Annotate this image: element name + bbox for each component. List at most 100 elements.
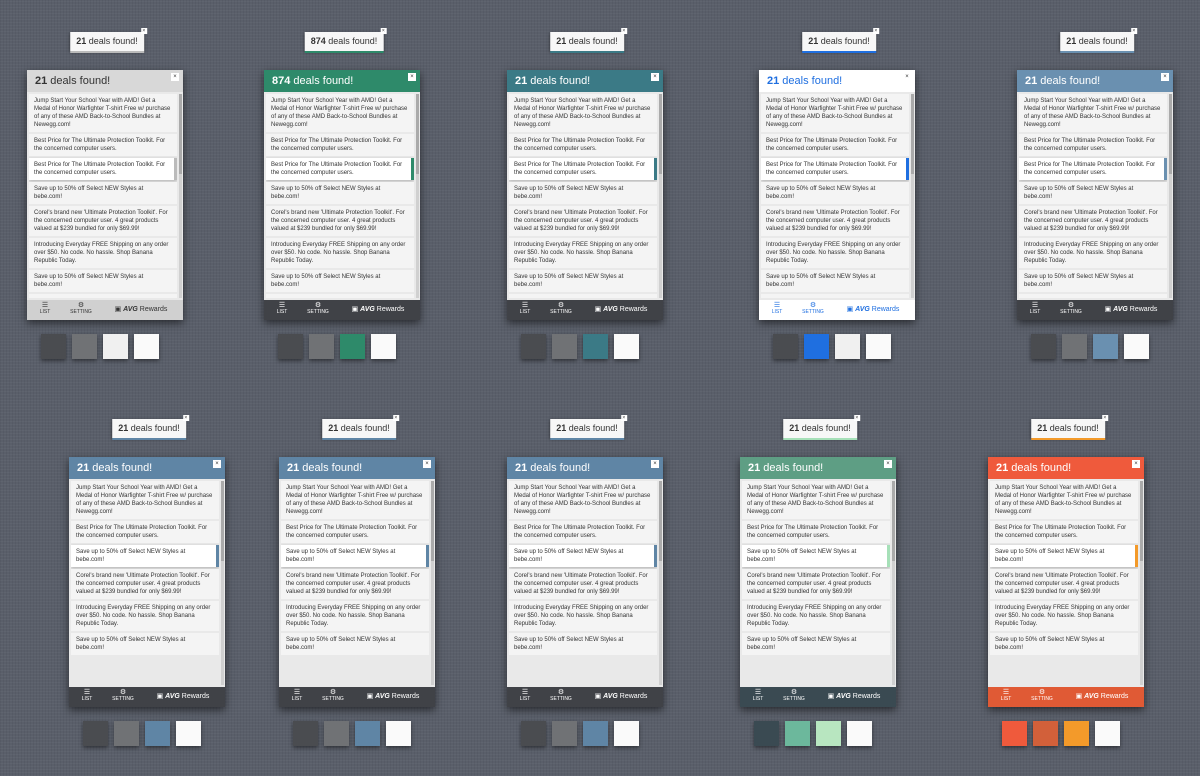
- list-item[interactable]: Save up to 50% off Select NEW Styles at …: [742, 633, 890, 655]
- list-item[interactable]: Best Price for The Ultimate Protection T…: [29, 158, 177, 180]
- close-icon[interactable]: ×: [182, 415, 189, 421]
- list-item[interactable]: Save up to 50% off Select NEW Styles at …: [1019, 182, 1167, 204]
- scrollbar-thumb[interactable]: [221, 481, 224, 561]
- tab-list[interactable]: ☰ LIST: [279, 687, 315, 707]
- list-item[interactable]: Corel's brand new 'Ultimate Protection T…: [71, 569, 219, 599]
- tab-list[interactable]: ☰ LIST: [740, 687, 776, 707]
- scrollbar-thumb[interactable]: [1169, 94, 1172, 174]
- list-item[interactable]: Save up to 50% off Select NEW Styles at …: [71, 633, 219, 655]
- close-icon[interactable]: ×: [423, 460, 431, 468]
- list-item[interactable]: Jump Start Your School Year with AMD! Ge…: [990, 481, 1138, 519]
- close-icon[interactable]: ×: [651, 73, 659, 81]
- list-item[interactable]: Introducing Everyday FREE Shipping on an…: [509, 601, 657, 631]
- list-item[interactable]: Save up to 50% off Select NEW Styles at …: [509, 182, 657, 204]
- list-item[interactable]: Best Price for The Ultimate Protection T…: [1019, 134, 1167, 156]
- tab-setting[interactable]: ⚙ SETTING: [63, 300, 99, 320]
- list-item[interactable]: Save up to 50% off Select NEW Styles at …: [281, 633, 429, 655]
- scrollbar[interactable]: [911, 94, 914, 298]
- list-item[interactable]: Introducing Everyday FREE Shipping on an…: [1019, 238, 1167, 268]
- close-icon[interactable]: ×: [392, 415, 399, 421]
- scrollbar-thumb[interactable]: [911, 94, 914, 174]
- scrollbar-thumb[interactable]: [1140, 481, 1143, 561]
- tab-setting[interactable]: ⚙ SETTING: [1024, 687, 1060, 707]
- list-item[interactable]: Introducing Everyday FREE Shipping on an…: [761, 238, 909, 268]
- tab-list[interactable]: ☰ LIST: [988, 687, 1024, 707]
- list-item[interactable]: Save up to 50% off Select NEW Styles at …: [29, 182, 177, 204]
- avg-rewards-link[interactable]: ▣ AVG Rewards: [579, 300, 663, 320]
- list-item[interactable]: Jump Start Your School Year with AMD! Ge…: [266, 94, 414, 132]
- tab-setting[interactable]: ⚙ SETTING: [105, 687, 141, 707]
- avg-rewards-link[interactable]: ▣ AVG Rewards: [351, 687, 435, 707]
- scrollbar[interactable]: [1169, 94, 1172, 298]
- scrollbar-thumb[interactable]: [892, 481, 895, 561]
- scrollbar[interactable]: [179, 94, 182, 298]
- list-item[interactable]: Best Price for The Ultimate Protection T…: [1019, 158, 1167, 180]
- scrollbar[interactable]: [1140, 481, 1143, 685]
- list-item[interactable]: Jump Start Your School Year with AMD! Ge…: [742, 481, 890, 519]
- list-item[interactable]: Corel's brand new 'Ultimate Protection T…: [742, 569, 890, 599]
- list-item[interactable]: Jump Start Your School Year with AMD! Ge…: [761, 94, 909, 132]
- avg-rewards-link[interactable]: ▣ AVG Rewards: [1089, 300, 1173, 320]
- list-item[interactable]: Save up to 50% off Select NEW Styles at …: [742, 545, 890, 567]
- list-item[interactable]: Introducing Everyday FREE Shipping on an…: [990, 601, 1138, 631]
- list-item[interactable]: Best Price for The Ultimate Protection T…: [761, 134, 909, 156]
- tab-setting[interactable]: ⚙ SETTING: [1053, 300, 1089, 320]
- list-item[interactable]: Jump Start Your School Year with AMD! Ge…: [509, 94, 657, 132]
- list-item[interactable]: Best Price for The Ultimate Protection T…: [509, 521, 657, 543]
- list-item[interactable]: Corel's brand new 'Ultimate Protection T…: [29, 294, 177, 298]
- list-item[interactable]: Save up to 50% off Select NEW Styles at …: [761, 270, 909, 292]
- list-item[interactable]: Jump Start Your School Year with AMD! Ge…: [1019, 94, 1167, 132]
- close-icon[interactable]: ×: [872, 28, 879, 34]
- deals-badge[interactable]: 874 deals found! ×: [304, 28, 387, 53]
- close-icon[interactable]: ×: [1161, 73, 1169, 81]
- deals-badge[interactable]: 21 deals found! ×: [112, 415, 189, 440]
- close-icon[interactable]: ×: [140, 28, 147, 34]
- list-item[interactable]: Best Price for The Ultimate Protection T…: [509, 134, 657, 156]
- list-item[interactable]: Corel's brand new 'Ultimate Protection T…: [509, 294, 657, 298]
- list-item[interactable]: Jump Start Your School Year with AMD! Ge…: [509, 481, 657, 519]
- list-item[interactable]: Save up to 50% off Select NEW Styles at …: [29, 270, 177, 292]
- list-item[interactable]: Introducing Everyday FREE Shipping on an…: [281, 601, 429, 631]
- list-item[interactable]: Introducing Everyday FREE Shipping on an…: [742, 601, 890, 631]
- close-icon[interactable]: ×: [171, 73, 179, 81]
- list-item[interactable]: Introducing Everyday FREE Shipping on an…: [266, 238, 414, 268]
- list-item[interactable]: Best Price for The Ultimate Protection T…: [761, 158, 909, 180]
- tab-setting[interactable]: ⚙ SETTING: [300, 300, 336, 320]
- scrollbar-thumb[interactable]: [179, 94, 182, 174]
- close-icon[interactable]: ×: [884, 460, 892, 468]
- list-item[interactable]: Best Price for The Ultimate Protection T…: [29, 134, 177, 156]
- deals-badge[interactable]: 21 deals found! ×: [802, 28, 879, 53]
- list-item[interactable]: Save up to 50% off Select NEW Styles at …: [266, 182, 414, 204]
- scrollbar-thumb[interactable]: [659, 481, 662, 561]
- list-item[interactable]: Best Price for The Ultimate Protection T…: [266, 134, 414, 156]
- scrollbar[interactable]: [431, 481, 434, 685]
- tab-setting[interactable]: ⚙ SETTING: [776, 687, 812, 707]
- list-item[interactable]: Corel's brand new 'Ultimate Protection T…: [1019, 294, 1167, 298]
- deals-badge[interactable]: 21 deals found! ×: [550, 415, 627, 440]
- deals-badge[interactable]: 21 deals found! ×: [322, 415, 399, 440]
- list-item[interactable]: Best Price for The Ultimate Protection T…: [509, 158, 657, 180]
- close-icon[interactable]: ×: [1132, 460, 1140, 468]
- list-item[interactable]: Save up to 50% off Select NEW Styles at …: [761, 182, 909, 204]
- list-item[interactable]: Corel's brand new 'Ultimate Protection T…: [761, 294, 909, 298]
- list-item[interactable]: Best Price for The Ultimate Protection T…: [266, 158, 414, 180]
- list-item[interactable]: Save up to 50% off Select NEW Styles at …: [990, 545, 1138, 567]
- list-item[interactable]: Save up to 50% off Select NEW Styles at …: [71, 545, 219, 567]
- list-item[interactable]: Corel's brand new 'Ultimate Protection T…: [509, 206, 657, 236]
- scrollbar[interactable]: [659, 94, 662, 298]
- list-item[interactable]: Jump Start Your School Year with AMD! Ge…: [29, 94, 177, 132]
- tab-list[interactable]: ☰ LIST: [69, 687, 105, 707]
- scrollbar-thumb[interactable]: [659, 94, 662, 174]
- list-item[interactable]: Jump Start Your School Year with AMD! Ge…: [71, 481, 219, 519]
- avg-rewards-link[interactable]: ▣ AVG Rewards: [99, 300, 183, 320]
- list-item[interactable]: Jump Start Your School Year with AMD! Ge…: [281, 481, 429, 519]
- close-icon[interactable]: ×: [380, 28, 387, 34]
- scrollbar[interactable]: [416, 94, 419, 298]
- close-icon[interactable]: ×: [620, 415, 627, 421]
- tab-list[interactable]: ☰ LIST: [1017, 300, 1053, 320]
- list-item[interactable]: Save up to 50% off Select NEW Styles at …: [281, 545, 429, 567]
- list-item[interactable]: Save up to 50% off Select NEW Styles at …: [990, 633, 1138, 655]
- close-icon[interactable]: ×: [620, 28, 627, 34]
- avg-rewards-link[interactable]: ▣ AVG Rewards: [336, 300, 420, 320]
- list-item[interactable]: Corel's brand new 'Ultimate Protection T…: [761, 206, 909, 236]
